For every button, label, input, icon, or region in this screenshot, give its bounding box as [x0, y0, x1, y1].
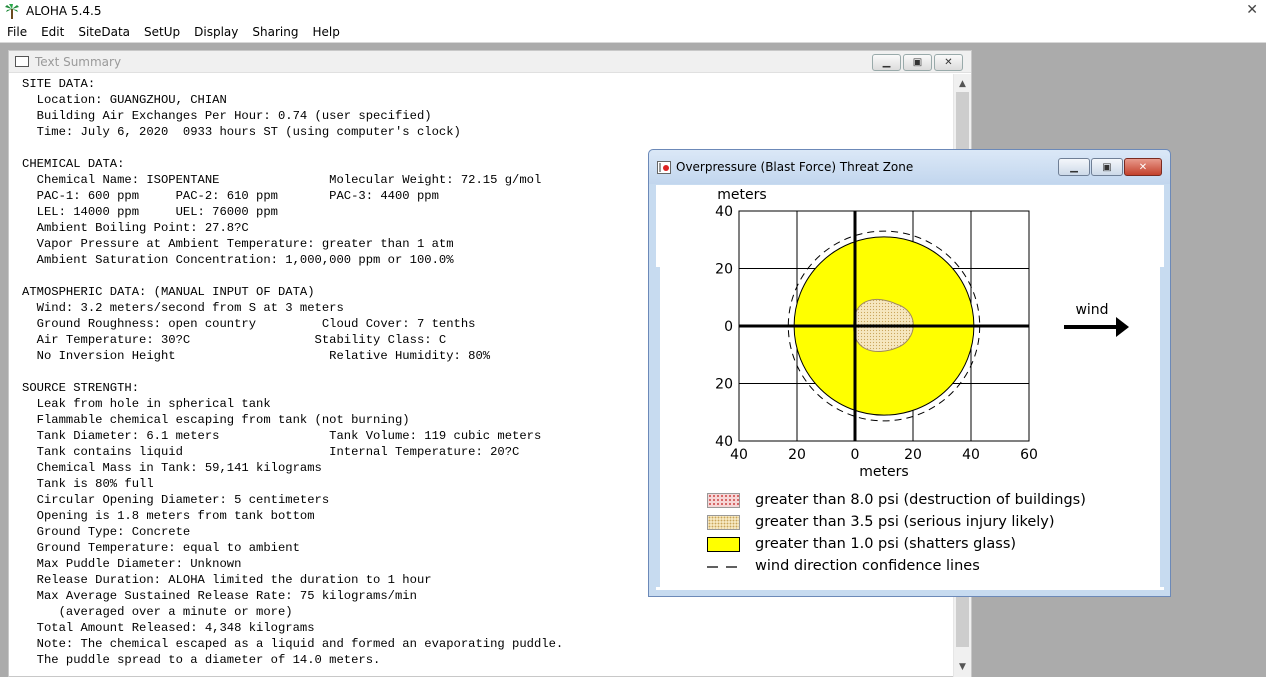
wind-label: wind [1075, 302, 1108, 318]
menu-sharing[interactable]: Sharing [245, 22, 305, 42]
scroll-up-icon[interactable]: ▲ [954, 76, 971, 92]
app-close-icon[interactable]: ✕ [1246, 2, 1258, 18]
threat-zone-titlebar[interactable]: Overpressure (Blast Force) Threat Zone ▁… [649, 150, 1170, 184]
minimize-icon: ▁ [882, 57, 891, 68]
summary-line: SITE DATA: [22, 77, 96, 91]
summary-line: The puddle spread to a diameter of 14.0 … [22, 653, 381, 667]
wind-arrow-icon [1116, 317, 1129, 337]
menu-file[interactable]: File [0, 22, 34, 42]
minimize-icon: ▁ [1070, 161, 1078, 173]
legend-swatch-1psi [707, 536, 740, 552]
summary-line: Building Air Exchanges Per Hour: 0.74 (u… [22, 109, 432, 123]
legend-label-1psi: greater than 1.0 psi (shatters glass) [755, 536, 1017, 552]
y-axis-unit: meters [717, 187, 766, 203]
threat-zone-title: Overpressure (Blast Force) Threat Zone [676, 160, 914, 174]
legend-item-confidence: wind direction confidence lines [707, 558, 980, 574]
summary-line: Time: July 6, 2020 0933 hours ST (using … [22, 125, 461, 139]
close-button[interactable]: ✕ [934, 54, 963, 71]
menu-setup[interactable]: SetUp [137, 22, 187, 42]
legend-swatch-dashed [707, 559, 740, 574]
x-tick-label: 0 [851, 447, 860, 463]
threat-zone-window: Overpressure (Blast Force) Threat Zone ▁… [648, 149, 1171, 597]
minimize-button[interactable]: ▁ [872, 54, 901, 71]
legend-item-8psi: greater than 8.0 psi (destruction of bui… [707, 492, 1086, 508]
app-titlebar: ALOHA 5.4.5 ✕ [0, 0, 1266, 22]
text-summary-title: Text Summary [35, 54, 122, 69]
tz-minimize-button[interactable]: ▁ [1058, 158, 1090, 176]
legend-label-8psi: greater than 8.0 psi (destruction of bui… [755, 492, 1086, 508]
legend-label-confidence: wind direction confidence lines [755, 558, 980, 574]
palm-tree-icon [4, 3, 20, 19]
x-tick-label: 20 [788, 447, 806, 463]
x-tick-label: 60 [1020, 447, 1038, 463]
close-icon: ✕ [1138, 161, 1148, 173]
threat-zone-client: 40 20 0 20 40 40 20 0 20 40 60 meters meters wind gre… [656, 185, 1164, 590]
restore-icon: ▣ [1102, 161, 1112, 173]
close-icon: ✕ [944, 57, 953, 68]
summary-line: Total Amount Released: 4,348 kilograms [22, 621, 315, 635]
y-tick-label: 20 [715, 262, 733, 278]
menu-bar: File Edit SiteData SetUp Display Sharing… [0, 22, 1266, 43]
y-tick-label: 0 [724, 319, 733, 335]
text-document-icon [15, 56, 29, 67]
menu-display[interactable]: Display [187, 22, 245, 42]
summary-line: Location: GUANGZHOU, CHIAN [22, 93, 227, 107]
legend-item-3-5psi: greater than 3.5 psi (serious injury lik… [707, 514, 1055, 530]
menu-help[interactable]: Help [305, 22, 346, 42]
tz-close-button[interactable]: ✕ [1124, 158, 1162, 176]
y-tick-label: 40 [715, 204, 733, 220]
legend-swatch-8psi [707, 492, 740, 508]
legend-swatch-3-5psi [707, 514, 740, 530]
text-summary-titlebar[interactable]: Text Summary ▁ ▣ ✕ [9, 51, 971, 73]
y-tick-label: 20 [715, 377, 733, 393]
legend-item-1psi: greater than 1.0 psi (shatters glass) [707, 536, 1016, 552]
x-tick-label: 40 [962, 447, 980, 463]
scroll-down-icon[interactable]: ▼ [954, 659, 971, 675]
tz-maximize-button[interactable]: ▣ [1091, 158, 1123, 176]
app-title: ALOHA 5.4.5 [26, 4, 102, 18]
x-axis-unit: meters [859, 464, 908, 480]
summary-line: Note: The chemical escaped as a liquid a… [22, 637, 564, 651]
maximize-button[interactable]: ▣ [903, 54, 932, 71]
x-tick-label: 40 [730, 447, 748, 463]
menu-sitedata[interactable]: SiteData [71, 22, 137, 42]
summary-line: (averaged over a minute or more) [22, 605, 293, 619]
restore-icon: ▣ [912, 57, 923, 68]
threat-zone-icon [657, 160, 671, 174]
menu-edit[interactable]: Edit [34, 22, 71, 42]
x-tick-label: 20 [904, 447, 922, 463]
legend-label-3-5psi: greater than 3.5 psi (serious injury lik… [755, 514, 1055, 530]
